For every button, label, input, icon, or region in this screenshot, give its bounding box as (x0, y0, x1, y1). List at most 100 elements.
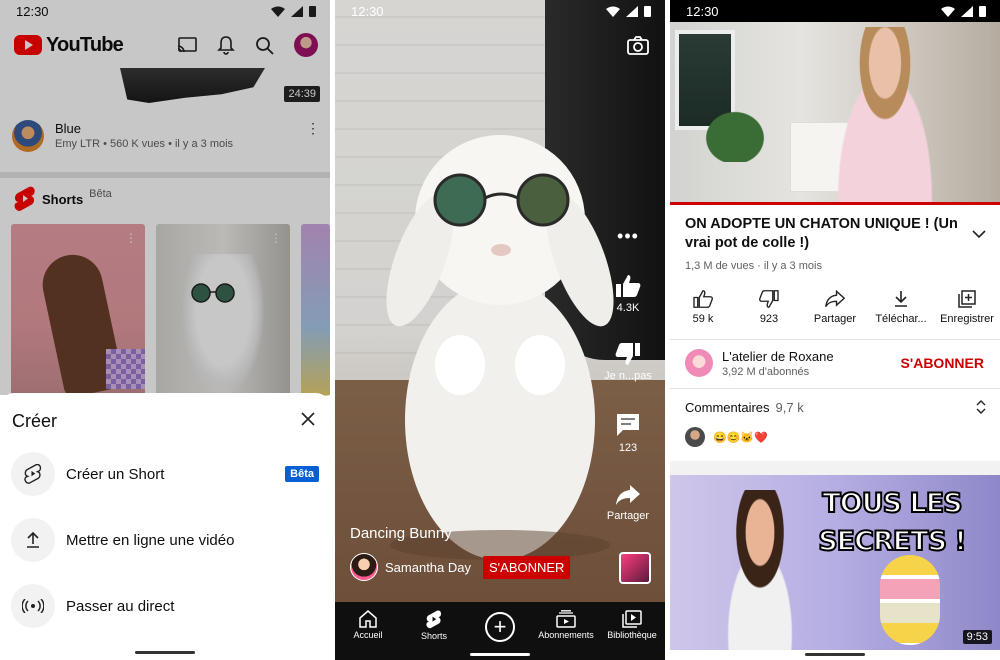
thumbnail-macarons (880, 555, 940, 645)
go-live-item[interactable]: Passer au direct (0, 581, 330, 631)
upload-icon (11, 518, 55, 562)
live-icon (11, 584, 55, 628)
battery-icon (979, 6, 986, 17)
channel-name[interactable]: L'atelier de Roxane (722, 349, 834, 364)
like-count: 4.3K (616, 302, 640, 314)
share-icon (825, 290, 845, 308)
share-icon (616, 485, 640, 505)
save-playlist-icon (958, 290, 976, 308)
status-bar: 12:30 (335, 0, 665, 22)
short-channel-row: Samantha Day S'ABONNER (350, 553, 571, 581)
channel-row[interactable]: L'atelier de Roxane 3,92 M d'abonnés S'A… (670, 345, 1000, 385)
home-icon (359, 610, 377, 628)
youtube-home-panel: 12:30 YouTube 24:39 Blue Emy LTR • 560 K… (0, 0, 330, 660)
bottom-navigation: Accueil Shorts + Abonnements Bibliothèqu… (335, 602, 665, 660)
like-button[interactable]: 59 k (670, 290, 736, 334)
subscribe-button[interactable]: S'ABONNER (901, 355, 984, 371)
comments-header[interactable]: Commentaires 9,7 k (685, 400, 804, 415)
video-frame-person (820, 27, 950, 205)
nav-home-label: Accueil (353, 630, 383, 640)
bunny-video-content (386, 135, 614, 560)
video-frame-detail (695, 102, 775, 162)
nav-library-label: Bibliothèque (607, 630, 657, 640)
close-icon[interactable] (300, 411, 316, 427)
subscriptions-icon (556, 610, 576, 628)
comments-label: Commentaires (685, 400, 770, 415)
sheet-title: Créer (12, 411, 58, 431)
channel-name[interactable]: Samantha Day (385, 560, 471, 575)
nav-subscriptions-label: Abonnements (538, 630, 594, 640)
video-progress-bar[interactable] (670, 202, 1000, 205)
create-short-label: Créer un Short (66, 465, 165, 483)
video-meta: 1,3 M de vues · il y a 3 mois (685, 260, 822, 272)
video-player[interactable] (670, 22, 1000, 205)
save-label: Enregistrer (940, 313, 994, 325)
upload-video-item[interactable]: Mettre en ligne une vidéo (0, 515, 330, 565)
video-duration: 9:53 (962, 630, 992, 644)
signal-icon (961, 5, 973, 17)
thumbs-down-icon (759, 290, 779, 308)
go-live-label: Passer au direct (66, 597, 175, 615)
home-feed: 12:30 YouTube 24:39 Blue Emy LTR • 560 K… (0, 0, 330, 396)
more-horizontal-icon: ••• (617, 226, 639, 246)
status-time: 12:30 (686, 3, 719, 19)
video-title[interactable]: ON ADOPTE UN CHATON UNIQUE ! (Un vrai po… (685, 215, 960, 253)
comment-preview[interactable]: 😄😊🐱❤️ (685, 427, 768, 447)
dislike-label: Je n...pas (604, 370, 652, 382)
divider (670, 339, 1000, 340)
download-button[interactable]: Téléchar... (868, 290, 934, 334)
create-short-item[interactable]: Créer un Short Bêta (0, 449, 330, 499)
library-icon (622, 610, 642, 628)
gesture-bar (470, 653, 530, 656)
status-icons (606, 5, 651, 17)
sound-thumbnail[interactable] (619, 552, 651, 584)
nav-subscriptions[interactable]: Abonnements (533, 602, 599, 660)
short-title: Dancing Bunny (350, 525, 452, 542)
expand-collapse-icon[interactable] (976, 400, 986, 414)
nav-create[interactable]: + (467, 602, 533, 660)
share-label: Partager (606, 510, 650, 522)
subscribe-button[interactable]: S'ABONNER (483, 555, 571, 579)
modal-scrim[interactable] (0, 0, 330, 395)
wifi-icon (941, 6, 955, 17)
status-bar: 12:30 (670, 0, 1000, 22)
shorts-player-panel: 12:30 ••• 4.3K Je n...pas 123 Partager D… (335, 0, 665, 660)
dislike-button[interactable]: Je n...pas (597, 342, 659, 382)
comments-count: 9,7 k (775, 400, 804, 415)
thumbs-up-icon (616, 275, 641, 297)
nav-home[interactable]: Accueil (335, 602, 401, 660)
create-bottom-sheet: Créer Créer un Short Bêta Mettre en lign… (0, 393, 330, 660)
save-button[interactable]: Enregistrer (934, 290, 1000, 334)
commenter-avatar (685, 427, 705, 447)
like-button[interactable]: 4.3K (597, 274, 659, 314)
share-button[interactable]: Partager (802, 290, 868, 334)
chevron-down-icon[interactable] (972, 230, 986, 238)
dislike-button[interactable]: 923 (736, 290, 802, 334)
camera-icon[interactable] (627, 36, 649, 55)
shorts-icon (11, 452, 55, 496)
comment-preview-text: 😄😊🐱❤️ (713, 431, 768, 444)
download-label: Téléchar... (875, 313, 927, 325)
channel-avatar[interactable] (685, 349, 713, 377)
divider (670, 388, 1000, 389)
comment-count: 123 (618, 442, 638, 454)
gesture-bar (135, 651, 195, 654)
wifi-icon (606, 6, 620, 17)
channel-avatar[interactable] (350, 553, 378, 581)
section-gap (670, 461, 1000, 475)
share-button[interactable]: Partager (597, 484, 659, 522)
battery-icon (644, 6, 651, 17)
beta-badge: Bêta (285, 466, 319, 482)
more-options-button[interactable]: ••• (597, 226, 659, 246)
next-video-thumbnail[interactable]: TOUS LES SECRETS ! 9:53 (670, 475, 1000, 650)
watch-page-panel: 12:30 ON ADOPTE UN CHATON UNIQUE ! (Un v… (670, 0, 1000, 660)
status-time: 12:30 (351, 3, 384, 19)
channel-subscribers: 3,92 M d'abonnés (722, 366, 810, 378)
thumbs-down-icon (615, 343, 640, 365)
comments-button[interactable]: 123 (597, 412, 659, 454)
status-icons (941, 5, 986, 17)
nav-library[interactable]: Bibliothèque (599, 602, 665, 660)
comment-icon (617, 414, 639, 436)
thumbnail-overlay-text: TOUS LES SECRETS ! (817, 487, 968, 558)
nav-shorts[interactable]: Shorts (401, 602, 467, 660)
